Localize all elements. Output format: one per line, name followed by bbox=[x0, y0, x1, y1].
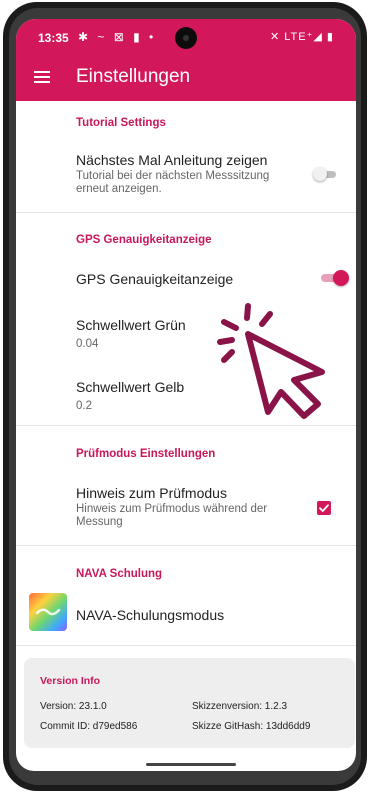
version-info-title: Version Info bbox=[40, 675, 101, 687]
gps-toggle[interactable] bbox=[321, 270, 349, 286]
nava-title: NAVA-Schulungsmodus bbox=[76, 607, 225, 623]
commit-id-text: Commit ID: d79ed586 bbox=[40, 721, 138, 732]
divider bbox=[16, 425, 356, 426]
threshold-green-title: Schwellwert Grün bbox=[76, 317, 186, 333]
toggle-thumb bbox=[333, 270, 349, 286]
section-header-nava: NAVA Schulung bbox=[76, 568, 163, 580]
skizzen-version-text: Skizzenversion: 1.2.3 bbox=[192, 701, 288, 712]
section-header-pruefmodus: Prüfmodus Einstellungen bbox=[76, 448, 216, 460]
section-header-tutorial: Tutorial Settings bbox=[76, 117, 166, 129]
pruefmodus-subtitle: Hinweis zum Prüfmodus während der Messun… bbox=[76, 503, 268, 528]
divider bbox=[16, 645, 356, 646]
tutorial-toggle[interactable] bbox=[313, 167, 336, 181]
camera-cutout bbox=[175, 27, 197, 49]
wave-icon bbox=[35, 608, 61, 616]
version-info-card: Version Info Version: 23.1.0 Commit ID: … bbox=[24, 658, 355, 748]
hamburger-icon[interactable] bbox=[34, 71, 50, 83]
section-header-gps: GPS Genauigkeitanzeige bbox=[76, 234, 212, 246]
pruefmodus-title: Hinweis zum Prüfmodus bbox=[76, 485, 227, 501]
setting-tutorial-title: Nächstes Mal Anleitung zeigen bbox=[76, 152, 268, 168]
pruefmodus-checkbox[interactable] bbox=[317, 501, 331, 515]
toggle-thumb bbox=[313, 167, 327, 181]
check-icon bbox=[319, 504, 329, 512]
notification-icons: ✱ ~ ⊠ ▮ • bbox=[78, 30, 157, 44]
status-time: 13:35 bbox=[38, 31, 69, 45]
gesture-nav-handle[interactable] bbox=[146, 763, 236, 766]
setting-gps-title: GPS Genauigkeitanzeige bbox=[76, 271, 234, 287]
status-right-icons: ✕ LTE⁺◢ ▮ bbox=[269, 31, 334, 43]
setting-tutorial-subtitle: Tutorial bei der nächsten Messsitzung er… bbox=[76, 170, 270, 195]
divider bbox=[16, 212, 356, 213]
page-title: Einstellungen bbox=[76, 66, 191, 87]
app-bar: 13:35 ✱ ~ ⊠ ▮ • ✕ LTE⁺◢ ▮ Einstellungen bbox=[16, 19, 356, 101]
divider bbox=[16, 545, 356, 546]
version-text: Version: 23.1.0 bbox=[40, 701, 107, 712]
skizze-githash-text: Skizze GitHash: 13dd6dd9 bbox=[192, 721, 311, 732]
threshold-yellow-title: Schwellwert Gelb bbox=[76, 379, 185, 395]
status-bar: 13:35 ✱ ~ ⊠ ▮ • ✕ LTE⁺◢ ▮ bbox=[16, 19, 356, 55]
tap-cursor-icon bbox=[217, 303, 325, 419]
nava-logo-icon bbox=[29, 593, 67, 631]
